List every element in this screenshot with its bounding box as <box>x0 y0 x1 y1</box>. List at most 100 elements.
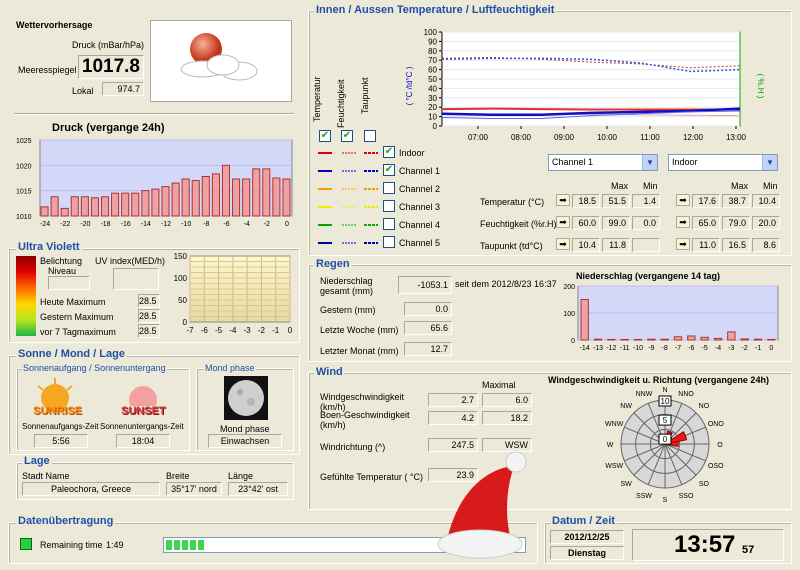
x-tick-label: -5 <box>215 326 223 335</box>
compass-label: SSW <box>636 493 652 500</box>
speed-label: Windgeschwindigkeit (km/h) <box>320 392 405 412</box>
rain-chart: 0100200-14 -13 -12 -11 -10 -9 -8 -7 -6 -5 -4 -3 -2 -1… <box>563 284 779 352</box>
x-tick-label: 12:00 <box>683 133 704 142</box>
temp-humidity-chart: 0102030405060708090100 07:00 08:00 09:00 10:… <box>405 28 765 142</box>
channel-checkbox[interactable] <box>383 218 395 230</box>
channel-select-right[interactable]: Indoor ▼ <box>668 154 778 171</box>
feel-label: Gefühlte Temperatur ( °C) <box>320 472 423 482</box>
breite-value: 35°17' nord <box>166 482 222 496</box>
compass-label: SSO <box>679 493 694 500</box>
channel-select-left-value: Channel 1 <box>552 157 594 167</box>
remaining-value: 1:49 <box>106 540 124 550</box>
tau-value: 11.8 <box>602 238 630 252</box>
lokal-value: 974.7 <box>102 82 144 96</box>
pressure-bar <box>151 188 160 217</box>
pressure-bar <box>90 197 99 217</box>
rain-bar <box>607 338 616 341</box>
x-tick-label: -1 <box>755 345 761 352</box>
y-tick-label: 0 <box>571 338 575 345</box>
temp-value: 17.6 <box>692 194 720 208</box>
channel-select-left[interactable]: Channel 1 ▼ <box>548 154 658 171</box>
gesamt-label: Niederschlag gesamt (mm) <box>320 276 374 296</box>
min-label-right: Min <box>763 181 778 191</box>
feucht-value: 0.0 <box>632 216 660 230</box>
forecast-title: Wettervorhersage <box>16 20 93 30</box>
tau-value: 10.4 <box>572 238 600 252</box>
channel-legend-lines <box>318 152 378 244</box>
woche-label: Letzte Woche (mm) <box>320 325 399 335</box>
gesamt-value: -1053.1 <box>398 276 452 294</box>
pressure-bar <box>40 206 49 217</box>
compass-label: NW <box>620 403 632 410</box>
tau-value: 11.0 <box>692 238 720 252</box>
pressure-bar <box>121 192 130 217</box>
pressure-bar <box>50 196 59 217</box>
channel-checkbox[interactable] <box>383 182 395 194</box>
uv-title: Ultra Violett <box>16 241 82 253</box>
sun-moon-title: Sonne / Mond / Lage <box>16 348 127 360</box>
gust-value: 4.2 <box>428 411 478 425</box>
stadt-label: Stadt Name <box>22 471 70 481</box>
tau-value <box>632 238 660 252</box>
rose-tick-label: 10 <box>661 397 670 406</box>
sunrise-label: Sonnenaufgangs-Zeit <box>22 422 99 431</box>
x-tick-label: 0 <box>288 326 293 335</box>
feucht-value: 20.0 <box>752 216 780 230</box>
stadt-value: Paleochora, Greece <box>22 482 160 496</box>
rain-bar <box>767 338 776 341</box>
moon-label: Mond phase <box>220 424 270 434</box>
min-label-left: Min <box>643 181 658 191</box>
pressure-bar <box>191 180 200 217</box>
rain-bar <box>660 338 669 341</box>
pressure-bar <box>131 192 140 217</box>
chevron-down-icon[interactable]: ▼ <box>762 155 777 170</box>
channel-label: Indoor <box>399 148 425 158</box>
moon-subtitle: Mond phase <box>204 363 256 373</box>
temp-value: 51.5 <box>602 194 630 208</box>
channel-checkbox[interactable]: ✔ <box>383 146 395 158</box>
channel-checkbox[interactable]: ✔ <box>383 164 395 176</box>
channel-checkbox[interactable] <box>383 236 395 248</box>
x-tick-label: -12 <box>161 221 171 228</box>
show-tau-checkbox[interactable] <box>364 130 376 142</box>
santa-hat-decoration <box>437 451 527 559</box>
heute-value: 28.5 <box>138 294 160 308</box>
compass-label: NO <box>699 403 710 410</box>
y-tick-label: 30 <box>428 94 437 103</box>
pressure-bar <box>141 190 150 217</box>
rain-bar <box>713 337 723 341</box>
show-temp-checkbox[interactable]: ✔ <box>319 130 331 142</box>
rain-bar <box>620 338 629 341</box>
date-value: 2012/12/25 <box>550 530 624 544</box>
tau-row-label: Taupunkt (td°C) <box>480 241 543 251</box>
transfer-title: Datenübertragung <box>16 515 116 527</box>
x-tick-label: -6 <box>223 221 229 228</box>
channel-checkbox[interactable] <box>383 200 395 212</box>
compass-label: SW <box>620 481 632 488</box>
trend-arrow-icon: ➡ <box>676 194 690 206</box>
x-tick-label: -9 <box>648 345 654 352</box>
feucht-value: 79.0 <box>722 216 750 230</box>
uv-chart: 050100150-7 -6 -5 -4 -3 -2 -1 0 <box>174 252 293 335</box>
compass-label: S <box>663 497 668 504</box>
lokal-label: Lokal <box>72 86 94 96</box>
x-tick-label: -4 <box>229 326 237 335</box>
x-tick-label: -8 <box>662 345 668 352</box>
rain-chart-title: Niederschlag (vergangene 14 tag) <box>576 271 721 281</box>
feucht-value: 65.0 <box>692 216 720 230</box>
x-tick-label: -20 <box>80 221 90 228</box>
divider <box>14 113 294 115</box>
moon-value: Einwachsen <box>208 434 282 448</box>
pressure-bar <box>242 178 251 217</box>
breite-label: Breite <box>166 471 190 481</box>
x-tick-label: -6 <box>688 345 694 352</box>
sun-subtitle: Sonnenaufgang / Sonnenuntergang <box>22 363 167 373</box>
x-tick-label: -4 <box>715 345 721 352</box>
channel-select-right-value: Indoor <box>672 157 698 167</box>
x-tick-label: -1 <box>272 326 280 335</box>
tau-value: 8.6 <box>752 238 780 252</box>
show-feucht-checkbox[interactable]: ✔ <box>341 130 353 142</box>
chevron-down-icon[interactable]: ▼ <box>642 155 657 170</box>
temp-value: 10.4 <box>752 194 780 208</box>
speed-value: 2.7 <box>428 393 478 407</box>
